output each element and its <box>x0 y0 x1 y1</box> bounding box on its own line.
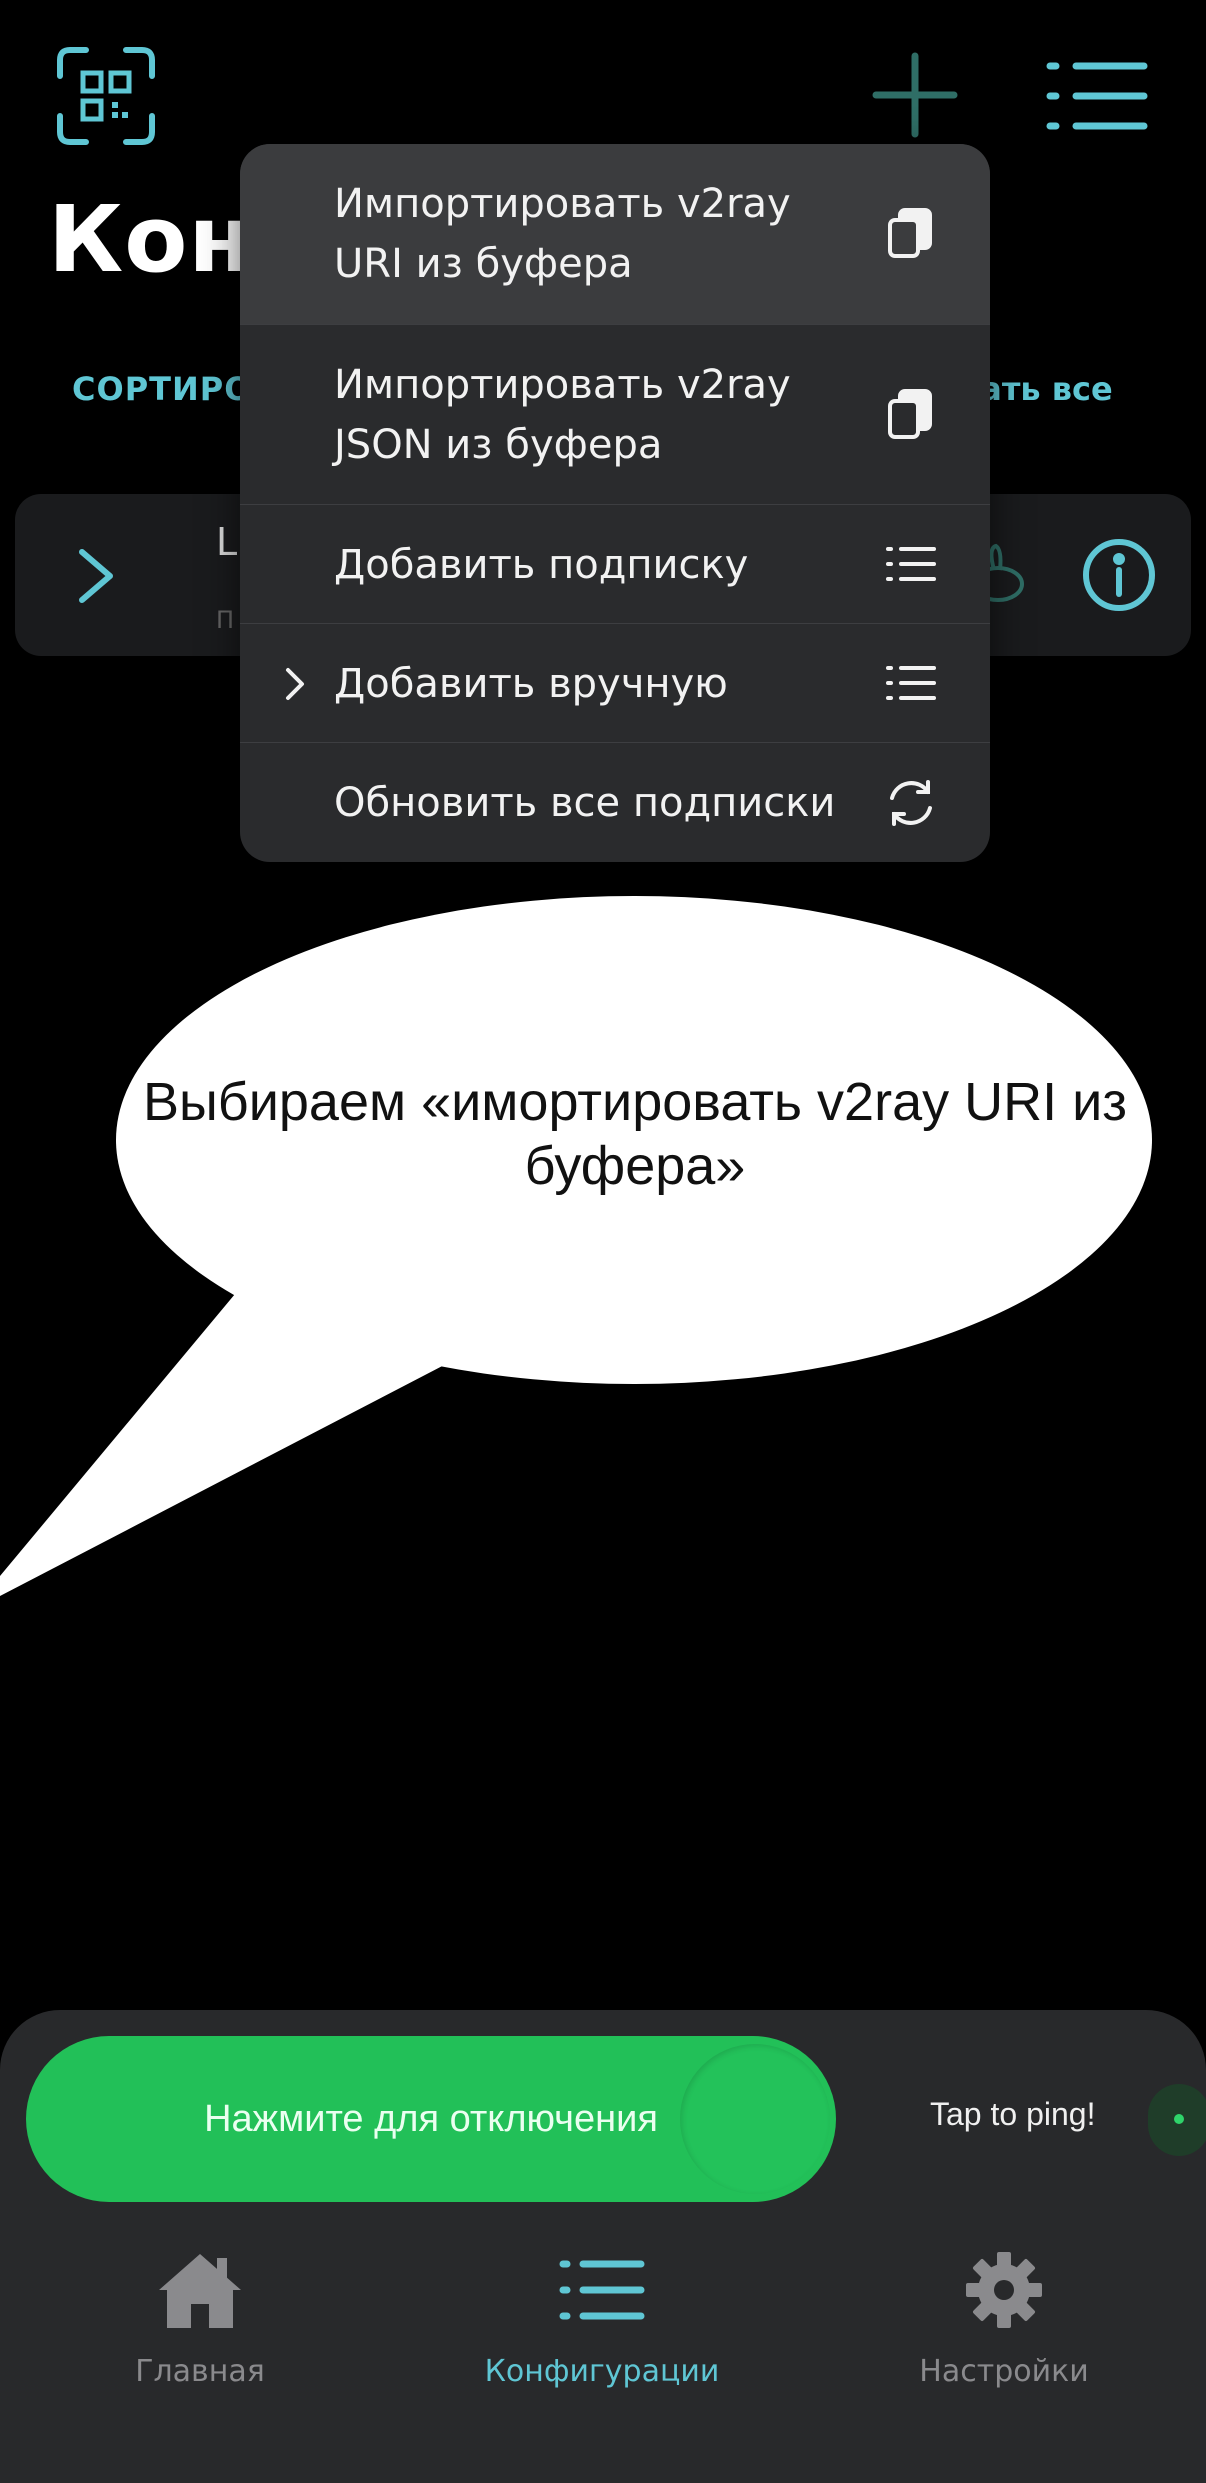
plus-icon <box>872 52 958 138</box>
chevron-right-icon <box>280 664 310 704</box>
tab-configurations[interactable]: Конфигурации <box>472 2248 732 2389</box>
menu-item-add-subscription[interactable]: Добавить подписку <box>240 504 990 623</box>
clipboard-icon <box>884 206 938 260</box>
ping-button[interactable]: Tap to ping! <box>930 2096 1095 2133</box>
qr-scan-button[interactable] <box>56 46 156 146</box>
menu-item-add-manual[interactable]: Добавить вручную <box>240 623 990 742</box>
config-title: L <box>216 520 238 564</box>
config-subtitle: П <box>216 606 235 634</box>
home-icon <box>159 2254 241 2328</box>
list-icon <box>559 2260 645 2320</box>
list-icon <box>884 537 938 591</box>
annotation-text: Выбираем «имортировать v2ray URI из буфе… <box>142 1072 1128 1196</box>
refresh-icon <box>884 776 938 830</box>
ping-status-dot <box>1174 2114 1184 2124</box>
clipboard-icon <box>884 387 938 441</box>
menu-item-import-uri[interactable]: Импортировать v2ray URI из буфера <box>240 144 990 324</box>
gear-icon <box>966 2252 1042 2328</box>
add-config-menu: Импортировать v2ray URI из буфера Импорт… <box>240 144 990 862</box>
expand-chevron-icon[interactable] <box>72 546 122 606</box>
connect-label: Нажмите для отключения <box>204 2098 658 2140</box>
tab-settings[interactable]: Настройки <box>874 2248 1134 2389</box>
qr-code-icon <box>57 47 155 145</box>
list-icon <box>884 656 938 710</box>
speech-bubble <box>0 896 1152 1596</box>
tab-home[interactable]: Главная <box>70 2248 330 2389</box>
menu-item-import-json[interactable]: Импортировать v2ray JSON из буфера <box>240 324 990 504</box>
add-config-button[interactable] <box>872 52 958 138</box>
info-icon[interactable] <box>1082 538 1156 612</box>
list-icon <box>1046 62 1148 130</box>
list-menu-button[interactable] <box>1046 60 1148 132</box>
menu-item-update-subscriptions[interactable]: Обновить все подписки <box>240 742 990 862</box>
